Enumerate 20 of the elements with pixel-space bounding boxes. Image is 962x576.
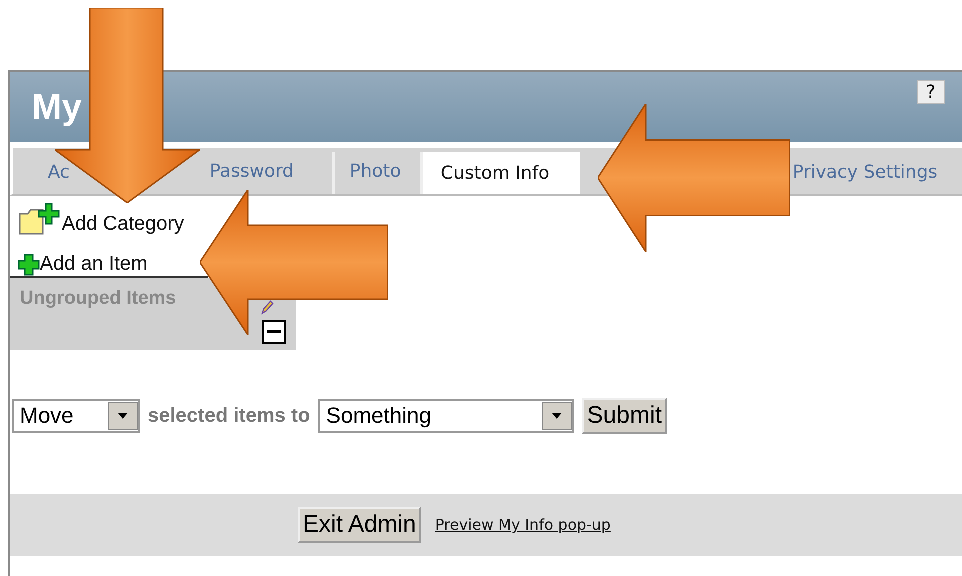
submit-button[interactable]: Submit — [582, 398, 667, 434]
tab[interactable]: Ac — [48, 162, 70, 184]
help-button[interactable]: ? — [917, 80, 945, 104]
group-title: Ungrouped Items — [20, 288, 176, 310]
add-item-link[interactable]: Add an Item — [40, 253, 148, 276]
target-dropdown[interactable]: Something — [318, 399, 574, 433]
page-title: My — [32, 86, 82, 128]
collapse-icon[interactable] — [262, 320, 286, 344]
plus-icon — [18, 254, 40, 276]
folder-plus-icon — [18, 202, 62, 236]
dropdown-arrow-icon — [117, 412, 129, 420]
preview-link[interactable]: Preview My Info pop-up — [435, 516, 611, 534]
action-dropdown[interactable]: Move — [12, 399, 140, 433]
tab[interactable]: Privacy Settings — [792, 162, 938, 184]
form-label: selected items to — [148, 404, 310, 428]
pencil-icon[interactable] — [260, 300, 274, 315]
add-category-link[interactable]: Add Category — [62, 213, 184, 236]
tab[interactable]: Custom Info — [422, 152, 580, 194]
dropdown-arrow-icon — [551, 412, 564, 420]
exit-admin-button[interactable]: Exit Admin — [298, 507, 422, 543]
